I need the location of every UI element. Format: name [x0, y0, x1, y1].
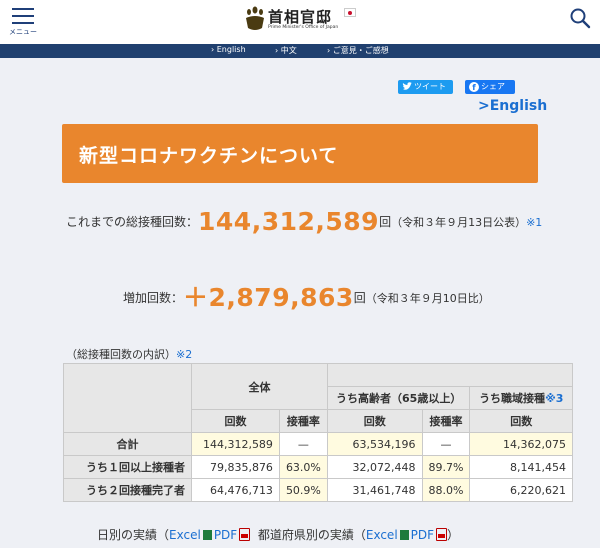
cell-elderly-count: 63,534,196: [326, 432, 423, 456]
facebook-icon: f: [469, 82, 479, 92]
header-all: 全体: [191, 363, 328, 410]
menu-button[interactable]: メニュー: [6, 4, 40, 38]
close-paren: ）: [447, 528, 460, 542]
cell-elderly-rate: 89.7%: [421, 455, 471, 479]
subheader-elderly-count: 回数: [326, 409, 423, 433]
table-row: 合計 144,312,589 — 63,534,196 — 14,362,075: [62, 432, 573, 456]
cell-elderly-rate: 88.0%: [421, 478, 471, 502]
total-label: これまでの総接種回数：: [66, 215, 199, 229]
increase-note: （令和３年９月10日比）: [365, 292, 490, 305]
increase-label: 増加回数：: [123, 291, 184, 305]
cell-workplace-count: 14,362,075: [469, 432, 573, 456]
site-title: 首相官邸: [268, 8, 333, 26]
cell-all-count: 64,476,713: [191, 478, 280, 502]
breakdown-caption-text: （総接種回数の内訳）: [66, 348, 176, 361]
cell-all-rate: 50.9%: [278, 478, 328, 502]
row-label-total: 合計: [62, 432, 193, 456]
tweet-button[interactable]: ツイート: [398, 80, 453, 94]
site-subtitle: Prime Minister's Office of Japan: [268, 25, 339, 30]
daily-pdf-link[interactable]: PDF: [214, 528, 237, 542]
kiri-crest-icon: [246, 6, 264, 30]
table-row: うち１回以上接種者 79,835,876 63.0% 32,072,448 89…: [62, 455, 573, 479]
title-banner: 新型コロナワクチンについて: [62, 124, 538, 183]
download-links: 日別の実績（Excel PDF 都道府県別の実績（Excel PDF）: [97, 526, 459, 543]
workplace-footnote-link[interactable]: ※3: [545, 392, 563, 405]
header-blank: [326, 363, 574, 387]
header-workplace: うち職域接種※3: [469, 386, 573, 410]
total-value: 144,312,589: [198, 207, 380, 236]
hamburger-icon: [6, 4, 40, 24]
header-workplace-text: うち職域接種: [479, 392, 546, 405]
page-title: 新型コロナワクチンについて: [79, 145, 339, 167]
twitter-bird-icon: [402, 82, 412, 90]
cell-workplace-count: 6,220,621: [469, 478, 573, 502]
table-row: うち２回接種完了者 64,476,713 50.9% 31,461,748 88…: [62, 478, 573, 502]
site-logo[interactable]: 首相官邸 Prime Minister's Office of Japan: [244, 6, 356, 32]
header-elderly: うち高齢者（65歳以上）: [326, 386, 471, 410]
tweet-label: ツイート: [414, 82, 446, 91]
total-vaccinations: これまでの総接種回数：144,312,589回（令和３年９月13日公表）※1: [66, 207, 542, 243]
increase-value: ＋2,879,863: [183, 283, 354, 312]
prefecture-excel-link[interactable]: Excel: [366, 528, 398, 542]
cell-elderly-count: 32,072,448: [326, 455, 423, 479]
total-footnote-link[interactable]: ※1: [526, 216, 542, 229]
excel-file-icon: [202, 530, 212, 540]
cell-all-count: 144,312,589: [191, 432, 280, 456]
increase-vaccinations: 増加回数：＋2,879,863回（令和３年９月10日比）: [123, 278, 490, 314]
japan-flag-icon: [344, 8, 356, 17]
table-corner: [62, 363, 193, 433]
daily-excel-link[interactable]: Excel: [169, 528, 201, 542]
row-label-second-dose: うち２回接種完了者: [62, 478, 193, 502]
subheader-workplace-count: 回数: [469, 409, 573, 433]
cell-all-count: 79,835,876: [191, 455, 280, 479]
breakdown-caption: （総接種回数の内訳）※2: [66, 346, 192, 362]
subheader-elderly-rate: 接種率: [421, 409, 471, 433]
nav-english[interactable]: English: [211, 45, 246, 54]
cell-all-rate: 63.0%: [278, 455, 328, 479]
prefecture-pdf-link[interactable]: PDF: [411, 528, 434, 542]
site-header: メニュー 首相官邸 Prime Minister's Office of Jap…: [0, 0, 600, 44]
breakdown-footnote-link[interactable]: ※2: [176, 348, 192, 361]
vaccination-breakdown-table: 全体 うち高齢者（65歳以上） うち職域接種※3 回数 接種率 回数 接種率 回…: [62, 363, 574, 502]
excel-file-icon: [399, 530, 409, 540]
pdf-file-icon: [239, 528, 251, 541]
nav-chinese[interactable]: 中文: [275, 45, 297, 56]
increase-unit: 回: [353, 291, 366, 305]
cell-all-rate: —: [278, 432, 328, 456]
search-icon[interactable]: [568, 6, 592, 30]
nav-feedback[interactable]: ご意見・ご感想: [327, 45, 389, 56]
menu-label: メニュー: [9, 28, 37, 36]
total-unit: 回: [379, 215, 392, 229]
facebook-share-button[interactable]: f シェア: [465, 80, 515, 94]
cell-elderly-count: 31,461,748: [326, 478, 423, 502]
top-nav: English 中文 ご意見・ご感想: [0, 44, 600, 58]
subheader-all-rate: 接種率: [278, 409, 328, 433]
cell-elderly-rate: —: [421, 432, 471, 456]
facebook-label: シェア: [481, 82, 505, 91]
row-label-first-dose: うち１回以上接種者: [62, 455, 193, 479]
pdf-file-icon: [436, 528, 448, 541]
english-link[interactable]: >English: [478, 98, 547, 114]
daily-results-label: 日別の実績（: [97, 528, 170, 542]
subheader-all-count: 回数: [191, 409, 280, 433]
prefecture-results-label: 都道府県別の実績（: [257, 528, 366, 542]
cell-workplace-count: 8,141,454: [469, 455, 573, 479]
total-note: （令和３年９月13日公表）: [391, 216, 527, 229]
